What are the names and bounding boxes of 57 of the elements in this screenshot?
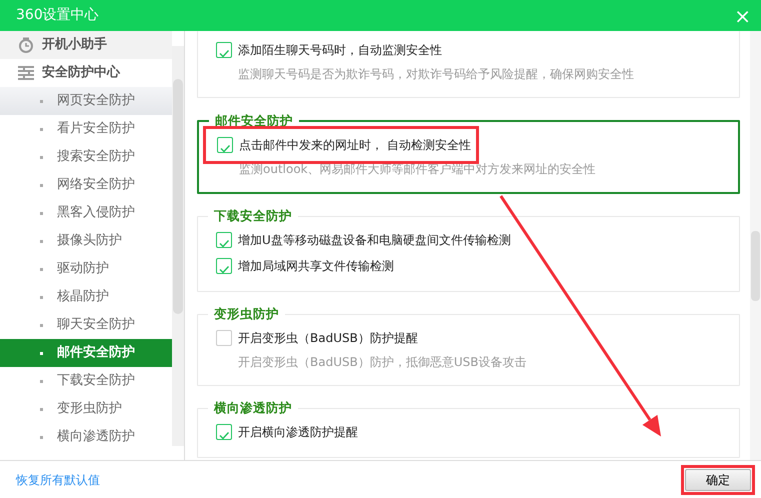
sidebar-item[interactable]: 网页安全防护 — [0, 87, 172, 115]
sidebar-group-label[interactable]: 安全防护中心 — [42, 63, 120, 83]
restore-defaults-link[interactable]: 恢复所有默认值 — [16, 470, 100, 488]
checkbox[interactable] — [216, 330, 232, 346]
option-description: 开启变形虫（BadUSB）防护，抵御恶意USB设备攻击 — [237, 354, 528, 371]
bullet-icon — [40, 240, 43, 242]
ok-button[interactable]: 确定 — [685, 468, 751, 490]
bullet-icon — [40, 100, 43, 102]
bullet-icon — [40, 156, 43, 158]
checkbox[interactable] — [216, 42, 232, 58]
option-label: 点击邮件中发来的网址时， 自动检测安全性 — [239, 137, 471, 154]
sidebar-item[interactable]: 横向渗透防护 — [0, 423, 172, 451]
window-title: 360设置中心 — [16, 6, 99, 25]
option-label: 开启变形虫（BadUSB）防护提醒 — [238, 330, 418, 347]
bullet-icon — [40, 268, 43, 270]
checkbox[interactable] — [216, 424, 232, 440]
checkbox[interactable] — [216, 232, 232, 248]
group-title: 变形虫防护 — [208, 305, 285, 323]
sidebar-item[interactable]: 搜索安全防护 — [0, 143, 172, 171]
sidebar-item[interactable]: 下载安全防护 — [0, 367, 172, 395]
option-label: 添加陌生聊天号码时，自动监测安全性 — [238, 42, 442, 59]
sidebar-item[interactable]: 网络安全防护 — [0, 171, 172, 199]
checkbox-option[interactable]: 点击邮件中发来的网址时， 自动检测安全性 — [217, 132, 722, 158]
scrollbar-thumb[interactable] — [751, 231, 760, 301]
sidebar-item[interactable]: 聊天安全防护 — [0, 311, 172, 339]
sidebar-item[interactable]: 摄像头防护 — [0, 227, 172, 255]
option-label: 增加U盘等移动磁盘设备和电脑硬盘间文件传输检测 — [238, 232, 511, 249]
sidebar-item[interactable]: 核晶防护 — [0, 283, 172, 311]
checkbox-option[interactable]: 开启横向渗透防护提醒 — [216, 419, 723, 445]
sidebar-item[interactable]: 驱动防护 — [0, 255, 172, 283]
option-description: 监测聊天号码是否为欺诈号码，对欺诈号码给予风险提醒，确保网购安全性 — [237, 66, 635, 83]
sidebar-item[interactable]: 邮件安全防护 — [0, 339, 172, 367]
checkbox[interactable] — [217, 137, 233, 153]
bullet-icon — [40, 128, 43, 130]
checkbox-option[interactable]: 增加U盘等移动磁盘设备和电脑硬盘间文件传输检测 — [216, 227, 723, 253]
checkbox-option[interactable]: 添加陌生聊天号码时，自动监测安全性 — [216, 37, 723, 63]
sidebar-item[interactable]: 黑客入侵防护 — [0, 199, 172, 227]
group-title: 下载安全防护 — [208, 207, 298, 225]
option-label: 开启横向渗透防护提醒 — [238, 424, 358, 441]
bullet-icon — [40, 408, 43, 410]
bullet-icon — [40, 380, 43, 382]
group-title: 横向渗透防护 — [208, 399, 298, 417]
bullet-icon — [40, 212, 43, 214]
bullet-icon — [40, 296, 43, 298]
checkbox[interactable] — [216, 258, 232, 274]
bullet-icon — [40, 352, 43, 354]
option-label: 增加局域网共享文件传输检测 — [238, 258, 394, 275]
bullet-icon — [40, 436, 43, 438]
clock-icon — [18, 37, 34, 53]
sidebar-item[interactable]: 看片安全防护 — [0, 115, 172, 143]
brick-wall-icon — [18, 66, 34, 80]
checkbox-option[interactable]: 增加局域网共享文件传输检测 — [216, 253, 723, 279]
bullet-icon — [40, 324, 43, 326]
scrollbar-thumb[interactable] — [173, 79, 183, 314]
bullet-icon — [40, 184, 43, 186]
sidebar-item[interactable]: 变形虫防护 — [0, 395, 172, 423]
checkbox-option[interactable]: 开启变形虫（BadUSB）防护提醒 — [216, 325, 723, 351]
